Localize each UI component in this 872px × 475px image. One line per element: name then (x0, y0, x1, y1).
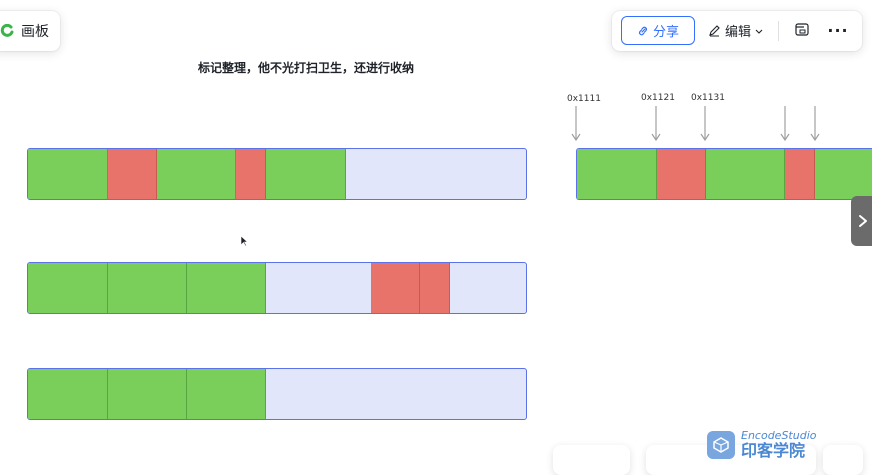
address-arrows (240, 106, 820, 247)
chevron-right-icon (859, 215, 867, 227)
mouse-cursor-icon (240, 235, 249, 247)
watermark: EncodeStudio 印客学院 (707, 430, 817, 460)
side-panel-toggle[interactable] (851, 196, 872, 246)
help-button[interactable] (823, 445, 863, 475)
watermark-logo (707, 431, 735, 459)
watermark-brand-cn: 印客学院 (741, 441, 806, 460)
undo-redo-controls[interactable] (553, 445, 630, 475)
